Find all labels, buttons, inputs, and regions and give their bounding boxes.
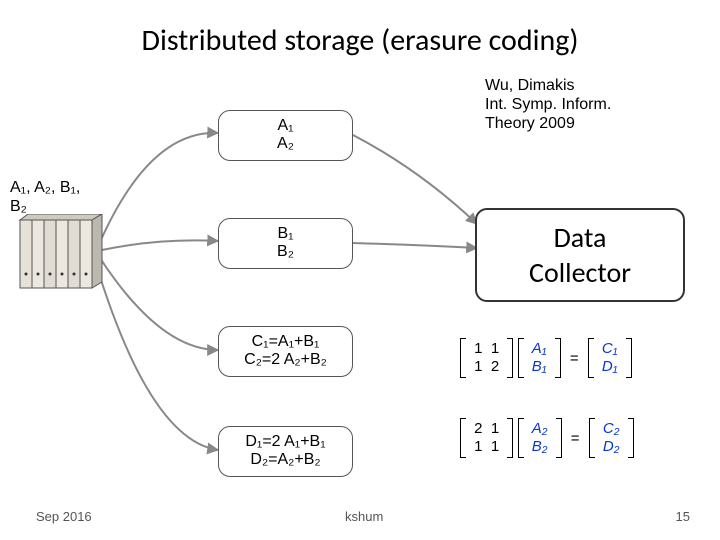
node-b-line1: B₁ xyxy=(223,225,348,243)
node-a-line2: A₂ xyxy=(223,135,348,153)
node-c-line1: C₁=A₁+B₁ xyxy=(223,333,348,351)
storage-node-c: C₁=A₁+B₁ C₂=2 A₂+B₂ xyxy=(218,326,353,377)
page-title: Distributed storage (erasure coding) xyxy=(0,22,720,59)
footer-date: Sep 2016 xyxy=(36,509,92,524)
source-symbols-label: A₁, A₂, B₁, B₂ xyxy=(10,178,100,216)
collector-line1: Data xyxy=(485,220,675,255)
matrix-equation-1: 1 1 1 2 A₁ B₁ = C₁ D₁ xyxy=(460,338,632,378)
data-collector-node: Data Collector xyxy=(475,208,685,302)
storage-node-d: D₁=2 A₁+B₁ D₂=A₂+B₂ xyxy=(218,426,353,477)
collector-line2: Collector xyxy=(485,255,675,290)
footer-page-number: 15 xyxy=(676,509,690,524)
node-b-line2: B₂ xyxy=(223,243,348,261)
node-a-line1: A₁ xyxy=(223,117,348,135)
storage-node-b: B₁ B₂ xyxy=(218,218,353,269)
storage-node-a: A₁ A₂ xyxy=(218,110,353,161)
node-c-line2: C₂=2 A₂+B₂ xyxy=(223,351,348,369)
node-d-line1: D₁=2 A₁+B₁ xyxy=(223,433,348,451)
node-d-line2: D₂=A₂+B₂ xyxy=(223,451,348,469)
reference-line2: Int. Symp. Inform. xyxy=(485,96,611,113)
matrix-equation-2: 2 1 1 1 A₂ B₂ = C₂ D₂ xyxy=(460,418,634,458)
reference-line3: Theory 2009 xyxy=(485,115,575,132)
footer-author: kshum xyxy=(345,509,383,524)
reference-line1: Wu, Dimakis xyxy=(485,77,575,94)
reference-text: Wu, Dimakis Int. Symp. Inform. Theory 20… xyxy=(485,76,695,134)
server-drives-icon xyxy=(18,214,106,292)
